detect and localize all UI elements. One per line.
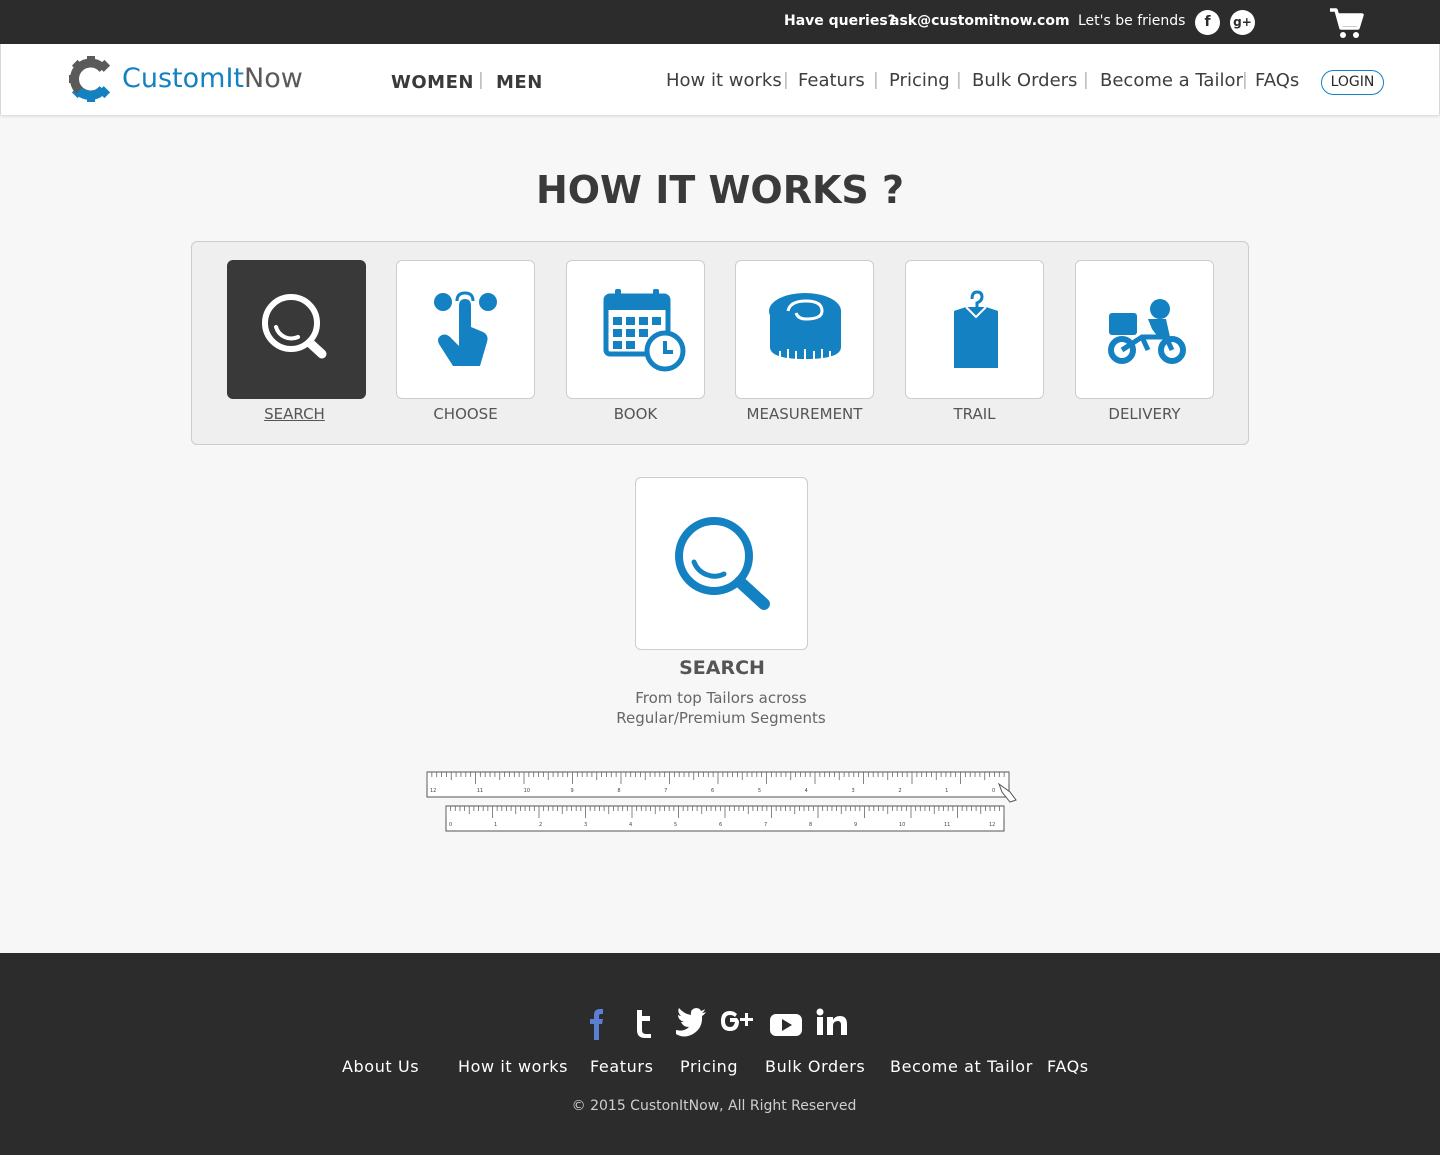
nav-faqs[interactable]: FAQs <box>1255 70 1299 91</box>
step-book-card[interactable] <box>566 260 705 399</box>
tape-number: 8 <box>809 822 812 828</box>
tape-number: 9 <box>571 788 574 794</box>
measuring-tape-icon <box>769 293 841 359</box>
measuring-tape-decoration: 12 11 10 9 8 7 6 5 4 3 2 1 0 0 1 2 3 4 5 6 7 8 9 10 11 12 <box>426 771 1017 832</box>
tape-number: 2 <box>539 822 542 828</box>
footer-link-pricing[interactable]: Pricing <box>680 1057 738 1076</box>
linkedin-icon[interactable] <box>814 1006 850 1040</box>
google-plus-glyph: g+ <box>1233 15 1252 29</box>
nav-featurs[interactable]: Featurs <box>798 70 865 91</box>
tumblr-icon[interactable] <box>626 1006 662 1040</box>
tape-number: 2 <box>898 788 901 794</box>
step-search-label[interactable]: SEARCH <box>225 405 364 423</box>
tape-number: 12 <box>989 822 995 828</box>
footer-link-how-it-works[interactable]: How it works <box>458 1057 568 1076</box>
logo-custom: CustomIt <box>122 63 244 94</box>
step-measurement-label[interactable]: MEASUREMENT <box>735 405 874 423</box>
selected-step-title: SEARCH <box>679 657 765 679</box>
footer-link-faqs[interactable]: FAQs <box>1047 1057 1089 1076</box>
step-trail-label[interactable]: TRAIL <box>905 405 1044 423</box>
tap-icon <box>434 291 497 366</box>
step-trail-card[interactable] <box>905 260 1044 399</box>
tape-number: 4 <box>805 788 808 794</box>
description-line-1: From top Tailors across <box>635 689 807 707</box>
tape-number: 10 <box>899 822 905 828</box>
tape-number: 6 <box>711 788 714 794</box>
nav-separator: | <box>956 70 962 90</box>
login-button[interactable]: LOGIN <box>1321 70 1384 95</box>
selected-step-card <box>635 477 808 650</box>
step-delivery-label[interactable]: DELIVERY <box>1075 405 1214 423</box>
tape-number: 1 <box>945 788 948 794</box>
description-line-2: Regular/Premium Segments <box>616 709 826 727</box>
footer-link-about-us[interactable]: About Us <box>342 1057 419 1076</box>
copyright-text: © 2015 CustonItNow, All Right Reserved <box>571 1098 857 1114</box>
step-choose-card[interactable] <box>396 260 535 399</box>
step-book-label[interactable]: BOOK <box>566 405 705 423</box>
tape-number: 11 <box>477 788 483 794</box>
tape-number: 1 <box>494 822 497 828</box>
search-icon <box>675 517 770 610</box>
tape-number: 10 <box>524 788 530 794</box>
tape-number: 12 <box>430 788 436 794</box>
tape-number: 5 <box>758 788 761 794</box>
nav-bulk-orders[interactable]: Bulk Orders <box>972 70 1077 91</box>
nav-men[interactable]: MEN <box>496 72 543 93</box>
facebook-icon[interactable]: f <box>1195 10 1220 35</box>
step-measurement-card[interactable] <box>735 260 874 399</box>
cart-icon[interactable] <box>1328 6 1366 40</box>
nav-separator: | <box>1242 70 1248 90</box>
nav-women[interactable]: WOMEN <box>391 72 474 93</box>
tape-number: 7 <box>664 788 667 794</box>
facebook-glyph: f <box>1204 14 1211 30</box>
nav-pricing[interactable]: Pricing <box>889 70 950 91</box>
footer-link-featurs[interactable]: Featurs <box>590 1057 654 1076</box>
nav-separator: | <box>1083 70 1089 90</box>
tape-number: 4 <box>629 822 632 828</box>
google-plus-icon[interactable]: g+ <box>1230 10 1255 35</box>
top-bar: Have queries? ask@customitnow.com Let's … <box>0 0 1440 44</box>
calendar-icon <box>603 289 686 372</box>
logo-text[interactable]: CustomItNow <box>122 63 303 94</box>
tape-number: 6 <box>719 822 722 828</box>
nav-become-a-tailor[interactable]: Become a Tailor <box>1100 70 1243 91</box>
twitter-icon[interactable] <box>672 1006 708 1040</box>
tape-number: 5 <box>674 822 677 828</box>
delivery-bike-icon <box>1108 299 1186 364</box>
logo-now: Now <box>244 63 303 94</box>
search-icon <box>262 294 327 359</box>
tape-number: 3 <box>584 822 587 828</box>
tape-number: 8 <box>617 788 620 794</box>
shirt-hanger-icon <box>954 290 998 368</box>
queries-label: Have queries? <box>784 13 896 29</box>
nav-how-it-works[interactable]: How it works <box>666 70 782 91</box>
footer-link-bulk-orders[interactable]: Bulk Orders <box>765 1057 865 1076</box>
footer <box>0 953 1440 1155</box>
nav-separator: | <box>478 70 484 90</box>
google-plus-icon[interactable] <box>720 1006 756 1040</box>
main-header: CustomItNow WOMEN | MEN How it works | F… <box>0 44 1440 115</box>
contact-email-link[interactable]: ask@customitnow.com <box>890 13 1070 29</box>
footer-link-become-at-tailor[interactable]: Become at Tailor <box>890 1057 1033 1076</box>
tape-number: 0 <box>449 822 452 828</box>
tape-number: 9 <box>854 822 857 828</box>
tape-number: 11 <box>944 822 950 828</box>
friends-label: Let's be friends <box>1078 13 1186 29</box>
step-choose-label[interactable]: CHOOSE <box>396 405 535 423</box>
facebook-icon[interactable] <box>578 1006 614 1040</box>
page-title: HOW IT WORKS ? <box>535 168 905 212</box>
gear-logo-icon[interactable] <box>69 55 113 103</box>
tape-number: 3 <box>852 788 855 794</box>
youtube-icon[interactable] <box>768 1006 804 1040</box>
tape-number: 7 <box>764 822 767 828</box>
step-search-card[interactable] <box>227 260 366 399</box>
nav-separator: | <box>873 70 879 90</box>
selected-step-description: From top Tailors across Regular/Premium … <box>570 688 872 728</box>
tape-number: 0 <box>992 788 995 794</box>
step-delivery-card[interactable] <box>1075 260 1214 399</box>
nav-separator: | <box>783 70 789 90</box>
